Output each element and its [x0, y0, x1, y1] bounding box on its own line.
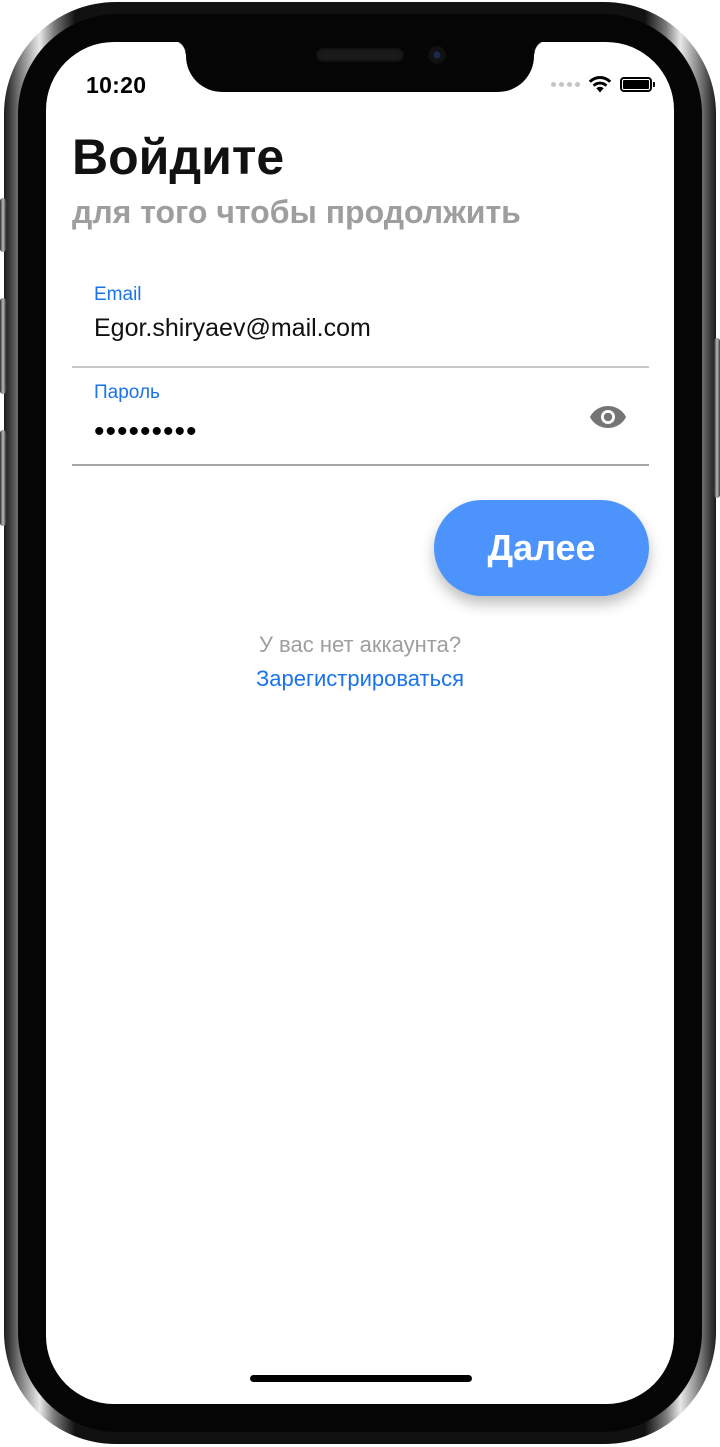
wifi-icon: [588, 76, 612, 93]
password-input[interactable]: •••••••••: [94, 412, 198, 452]
password-label: Пароль: [94, 382, 160, 403]
email-label: Email: [94, 284, 142, 305]
notch: [172, 42, 548, 92]
power-button: [714, 338, 720, 498]
next-button[interactable]: Далее: [434, 500, 649, 596]
earpiece-speaker: [316, 48, 404, 62]
cellular-dots-icon: [551, 81, 580, 87]
page-title: Войдите: [72, 129, 285, 185]
eye-icon: [590, 406, 626, 428]
phone-screen: 10:20 Войдите для того чтобы продолжить …: [46, 42, 674, 1404]
show-password-button[interactable]: [587, 400, 629, 434]
front-camera: [428, 46, 446, 64]
email-field[interactable]: Email: [72, 270, 649, 368]
status-time: 10:20: [86, 72, 147, 98]
password-field[interactable]: Пароль •••••••••: [72, 368, 649, 466]
home-indicator[interactable]: [250, 1375, 472, 1382]
status-icons: [551, 74, 655, 94]
email-input[interactable]: [94, 314, 564, 343]
volume-down-button: [0, 430, 6, 526]
mute-switch: [0, 198, 6, 252]
battery-icon: [620, 76, 655, 92]
register-link[interactable]: Зарегистрироваться: [46, 666, 674, 692]
volume-up-button: [0, 298, 6, 394]
no-account-text: У вас нет аккаунта?: [258, 632, 462, 657]
page-subtitle: для того чтобы продолжить: [72, 194, 521, 230]
